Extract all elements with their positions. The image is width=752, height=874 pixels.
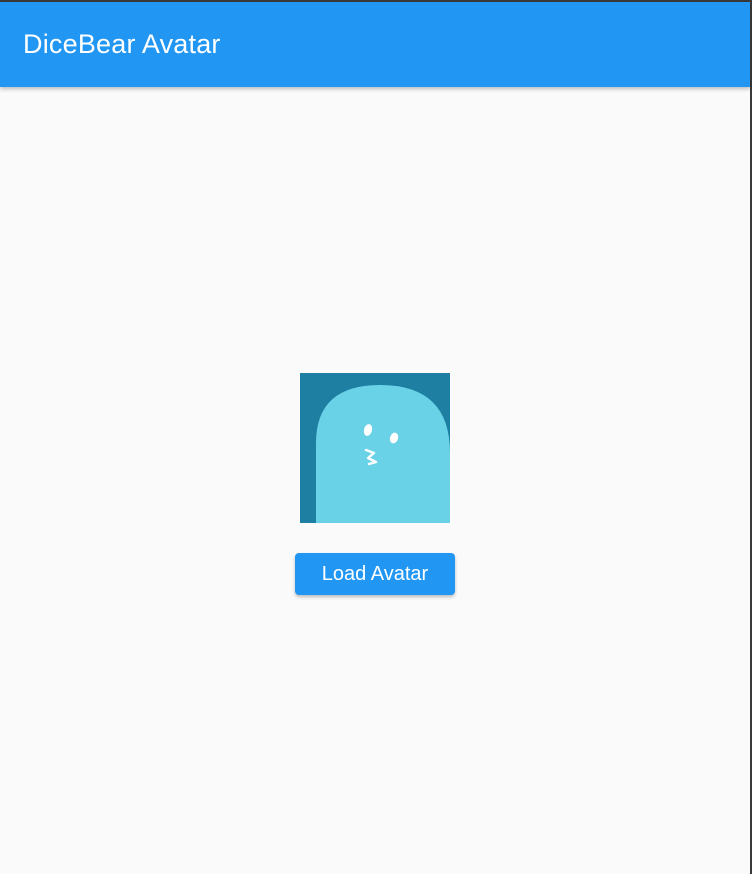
ghost-avatar-icon — [300, 373, 450, 523]
app-window: DiceBear Avatar Load Avatar — [0, 0, 752, 874]
load-avatar-button[interactable]: Load Avatar — [295, 553, 455, 595]
avatar-image — [300, 373, 450, 523]
app-bar: DiceBear Avatar — [0, 2, 750, 87]
app-title: DiceBear Avatar — [23, 29, 221, 59]
